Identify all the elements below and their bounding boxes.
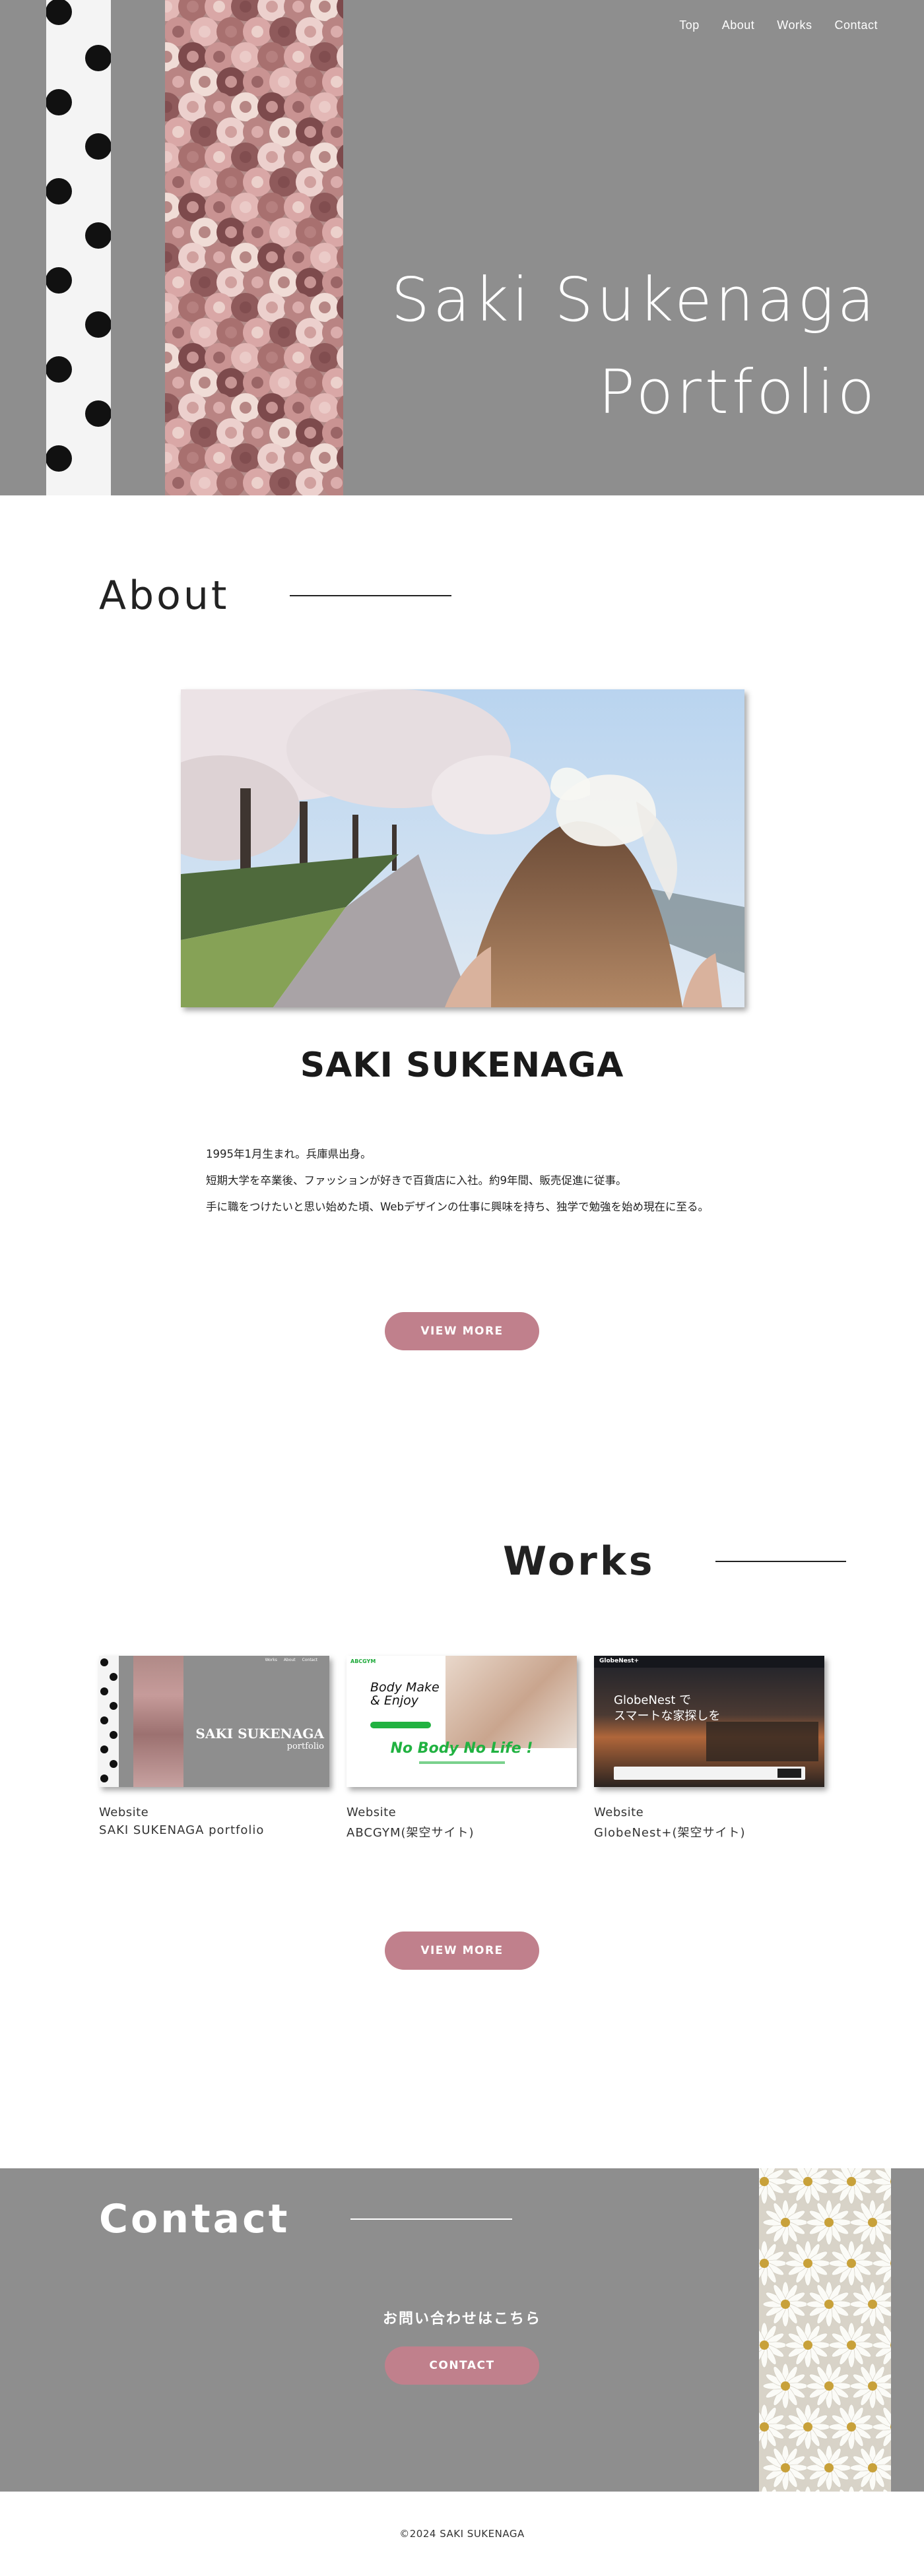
thumb-gym-tagline: No Body No Life ! <box>390 1740 533 1757</box>
bio-line-3: 手に職をつけたいと思い始めた頃、Webデザインの仕事に興味を持ち、独学で勉強を始… <box>206 1201 709 1213</box>
polka-dot <box>46 0 72 25</box>
thumb-title: SAKI SUKENAGA <box>195 1726 324 1742</box>
thumb-polka-dot <box>100 1687 108 1695</box>
work-thumbnail-globenest[interactable]: GlobeNest+ GlobeNest で スマートな家探しを <box>594 1656 824 1787</box>
thumb-polka-dot <box>110 1702 117 1710</box>
hero-section: Top About Works Contact Saki Sukenaga Po… <box>0 0 924 495</box>
copyright: ©2024 SAKI SUKENAGA <box>399 2528 525 2540</box>
profile-bio: 1995年1月生まれ。兵庫県出身。 短期大学を卒業後、ファッションが好きで百貨店… <box>206 1141 709 1220</box>
contact-heading-group: Contact <box>99 2196 513 2242</box>
polka-dot <box>85 133 111 160</box>
works-heading: Works <box>503 1538 655 1585</box>
thumb-gym-headline-1: Body Make <box>370 1680 440 1695</box>
about-photo <box>181 689 744 1007</box>
work-card-abcgym[interactable]: ABCGYM Body Make & Enjoy No Body No Life… <box>346 1656 577 1840</box>
nav-about[interactable]: About <box>722 18 755 32</box>
polka-dot <box>46 445 72 472</box>
footer: ©2024 SAKI SUKENAGA <box>0 2492 924 2576</box>
thumb-rose-panel <box>133 1656 183 1787</box>
works-heading-rule <box>715 1561 847 1562</box>
polka-dot <box>85 45 111 71</box>
polka-dot <box>46 267 72 294</box>
contact-heading-rule <box>350 2218 513 2220</box>
about-heading-rule <box>290 595 452 596</box>
global-nav: Top About Works Contact <box>679 18 878 32</box>
about-heading-group: About <box>99 573 452 619</box>
work-card-globenest[interactable]: GlobeNest+ GlobeNest で スマートな家探しを Website… <box>594 1656 824 1840</box>
nav-contact[interactable]: Contact <box>834 18 878 32</box>
nav-works[interactable]: Works <box>777 18 812 32</box>
rose-photo <box>165 0 343 495</box>
works-view-more-button[interactable]: VIEW MORE <box>385 1932 539 1970</box>
polka-dot <box>46 178 72 204</box>
thumb-polka-dot <box>100 1716 108 1724</box>
hero-title-line2: Portfolio <box>598 357 878 427</box>
thumb-polka-dot <box>110 1731 117 1739</box>
work-title[interactable]: SAKI SUKENAGA portfolio <box>99 1823 329 1837</box>
polka-dot <box>46 89 72 115</box>
work-title[interactable]: GlobeNest+(架空サイト) <box>594 1823 824 1840</box>
thumb-globe-logo: GlobeNest+ <box>599 1658 640 1664</box>
polka-dot <box>46 356 72 383</box>
work-thumbnail-portfolio[interactable]: Works About Contact SAKI SUKENAGA portfo… <box>99 1656 329 1787</box>
thumb-gym-headline-2: & Enjoy <box>370 1693 419 1708</box>
work-category: Website <box>594 1806 644 1819</box>
thumb-gym-logo: ABCGYM <box>350 1658 376 1664</box>
thumb-subtitle: portfolio <box>286 1742 324 1751</box>
daisy-photo <box>759 2168 891 2492</box>
contact-lead-text: お問い合わせはこちら <box>382 2311 541 2327</box>
thumb-nav-contact: Contact <box>302 1658 317 1662</box>
about-heading: About <box>99 573 230 619</box>
thumb-dot-strip <box>99 1656 119 1787</box>
work-card-portfolio[interactable]: Works About Contact SAKI SUKENAGA portfo… <box>99 1656 329 1840</box>
works-heading-group: Works <box>503 1538 847 1585</box>
work-thumbnail-abcgym[interactable]: ABCGYM Body Make & Enjoy No Body No Life… <box>346 1656 577 1787</box>
thumb-polka-dot <box>100 1658 108 1666</box>
contact-button[interactable]: CONTACT <box>385 2346 539 2385</box>
polka-dot <box>85 222 111 249</box>
polka-dot-strip <box>46 0 111 495</box>
work-title[interactable]: ABCGYM(架空サイト) <box>346 1823 577 1840</box>
work-category: Website <box>346 1806 397 1819</box>
polka-dot <box>85 400 111 427</box>
work-category: Website <box>99 1806 149 1819</box>
contact-section: Contact お問い合わせはこちら CONTACT <box>0 2168 924 2492</box>
thumb-gym-photo <box>446 1656 577 1748</box>
bio-line-2: 短期大学を卒業後、ファッションが好きで百貨店に入社。約9年間、販売促進に従事。 <box>206 1174 627 1187</box>
thumb-polka-dot <box>110 1760 117 1768</box>
thumb-polka-dot <box>100 1775 108 1782</box>
profile-name: SAKI SUKENAGA <box>300 1046 624 1085</box>
thumb-globe-headline-2: スマートな家探しを <box>614 1709 721 1723</box>
works-grid: Works About Contact SAKI SUKENAGA portfo… <box>99 1656 825 1840</box>
contact-heading: Contact <box>99 2196 290 2242</box>
about-view-more-button[interactable]: VIEW MORE <box>385 1312 539 1350</box>
thumb-nav-about: About <box>283 1658 296 1662</box>
thumb-polka-dot <box>110 1673 117 1681</box>
hero-title-line1: Saki Sukenaga <box>391 265 878 335</box>
nav-top[interactable]: Top <box>679 18 700 32</box>
thumb-nav-works: Works <box>265 1658 277 1662</box>
thumb-polka-dot <box>100 1745 108 1753</box>
polka-dot <box>85 311 111 338</box>
hero-title: Saki Sukenaga Portfolio <box>391 254 878 439</box>
bio-line-1: 1995年1月生まれ。兵庫県出身。 <box>206 1148 372 1160</box>
thumb-globe-headline-1: GlobeNest で <box>614 1693 692 1707</box>
